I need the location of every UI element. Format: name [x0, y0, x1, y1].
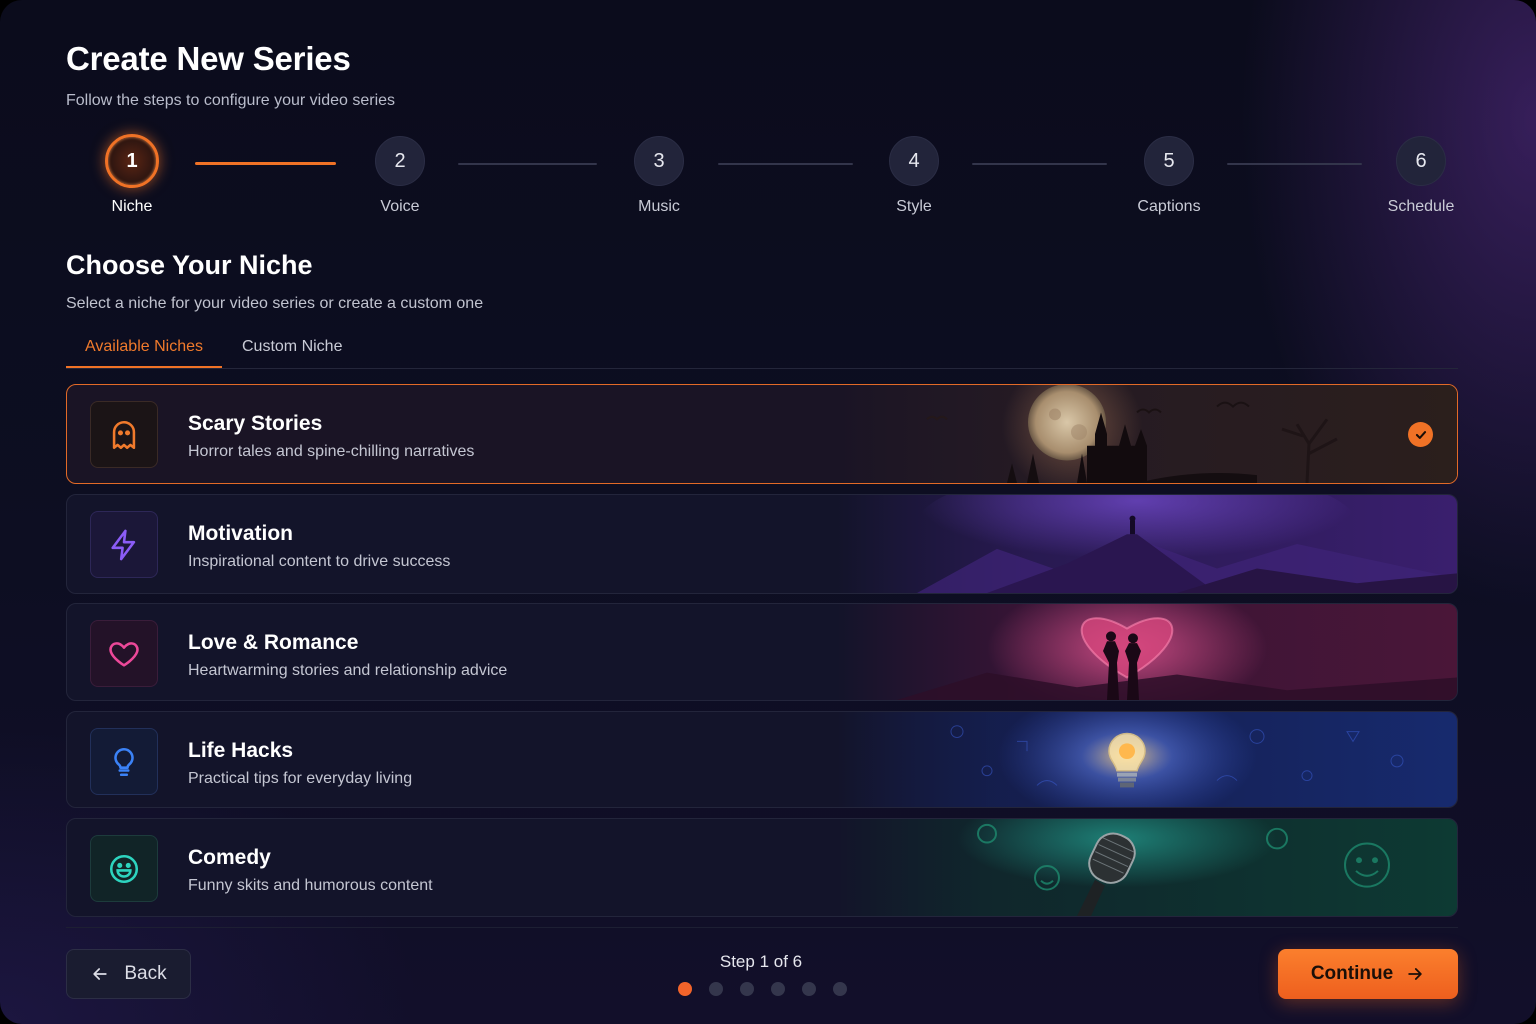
step-connector-1 — [195, 162, 336, 165]
arrow-right-icon — [1408, 968, 1422, 980]
niche-card-life-hacks[interactable]: Life Hacks Practical tips for everyday l… — [66, 711, 1458, 808]
step-connector-4 — [972, 163, 1107, 165]
niche-title: Life Hacks — [188, 739, 294, 762]
niche-card-scary-stories[interactable]: Scary Stories Horror tales and spine-chi… — [66, 384, 1458, 484]
smiley-icon — [109, 854, 139, 883]
step-label: Voice — [380, 198, 420, 215]
step-label: Music — [638, 198, 680, 215]
header: Create New Series Follow the steps to co… — [66, 40, 395, 110]
step-dot — [678, 982, 692, 996]
niche-description: Inspirational content to drive success — [188, 553, 451, 570]
active-tab-underline — [66, 366, 222, 368]
lightbulb-icon — [114, 747, 134, 776]
step-number: 2 — [375, 136, 425, 186]
footer-divider — [66, 927, 1458, 928]
step-music[interactable]: 3 Music — [599, 136, 719, 216]
scary-stories-artwork — [837, 385, 1457, 483]
niche-description: Heartwarming stories and relationship ad… — [188, 662, 508, 679]
niche-icon-box — [90, 835, 158, 902]
step-number: 4 — [889, 136, 939, 186]
step-dot — [771, 982, 785, 996]
niche-title: Motivation — [188, 522, 293, 545]
step-style[interactable]: 4 Style — [854, 136, 974, 216]
step-connector-3 — [718, 163, 853, 165]
step-number: 3 — [634, 136, 684, 186]
niche-card-motivation[interactable]: Motivation Inspirational content to driv… — [66, 494, 1458, 594]
step-label: Style — [896, 198, 932, 215]
comedy-artwork — [837, 819, 1457, 916]
step-number: 6 — [1396, 136, 1446, 186]
niche-title: Scary Stories — [188, 412, 323, 435]
niche-card-love-romance[interactable]: Love & Romance Heartwarming stories and … — [66, 603, 1458, 701]
niche-description: Practical tips for everyday living — [188, 770, 413, 787]
stepper: 1 Niche 2 Voice 3 Music 4 Style 5 Captio… — [0, 134, 1536, 226]
step-dot — [709, 982, 723, 996]
niche-description: Horror tales and spine-chilling narrativ… — [188, 443, 475, 460]
niche-card-comedy[interactable]: Comedy Funny skits and humorous content — [66, 818, 1458, 917]
step-connector-2 — [458, 163, 597, 165]
niche-title: Comedy — [188, 846, 271, 869]
step-voice[interactable]: 2 Voice — [340, 136, 460, 216]
section-subtitle: Select a niche for your video series or … — [66, 295, 484, 312]
heart-icon — [109, 641, 139, 667]
step-schedule[interactable]: 6 Schedule — [1361, 136, 1481, 216]
niche-icon-box — [90, 511, 158, 578]
step-dot — [802, 982, 816, 996]
step-dot — [740, 982, 754, 996]
step-dots — [678, 982, 847, 996]
niche-icon-box — [90, 620, 158, 687]
selected-check-icon — [1408, 422, 1433, 447]
step-dot — [833, 982, 847, 996]
step-label: Schedule — [1387, 198, 1455, 215]
step-niche[interactable]: 1 Niche — [72, 134, 192, 216]
niche-icon-box — [90, 401, 158, 468]
page-title: Create New Series — [66, 40, 351, 77]
section-title: Choose Your Niche — [66, 250, 313, 280]
step-captions[interactable]: 5 Captions — [1109, 136, 1229, 216]
niche-section-header: Choose Your Niche Select a niche for you… — [66, 250, 483, 313]
niche-icon-box — [90, 728, 158, 795]
step-label: Captions — [1137, 198, 1201, 215]
niche-description: Funny skits and humorous content — [188, 877, 433, 894]
love-romance-artwork — [837, 604, 1457, 700]
ghost-icon — [112, 420, 136, 449]
niche-title: Love & Romance — [188, 631, 359, 654]
step-number: 1 — [105, 134, 159, 188]
lightning-icon — [111, 529, 136, 560]
life-hacks-artwork — [837, 712, 1457, 807]
page-subtitle: Follow the steps to configure your video… — [66, 92, 396, 109]
tab-available-niches[interactable]: Available Niches — [85, 338, 203, 368]
create-series-window: Create New Series Follow the steps to co… — [0, 0, 1536, 1024]
step-label: Niche — [111, 198, 153, 215]
step-number: 5 — [1144, 136, 1194, 186]
step-connector-5 — [1227, 163, 1362, 165]
continue-button[interactable]: Continue — [1278, 949, 1458, 999]
tab-custom-niche[interactable]: Custom Niche — [242, 338, 342, 368]
continue-button-label: Continue — [1310, 963, 1394, 984]
motivation-artwork — [837, 495, 1457, 593]
niche-tabs: Available Niches Custom Niche — [66, 330, 1458, 369]
